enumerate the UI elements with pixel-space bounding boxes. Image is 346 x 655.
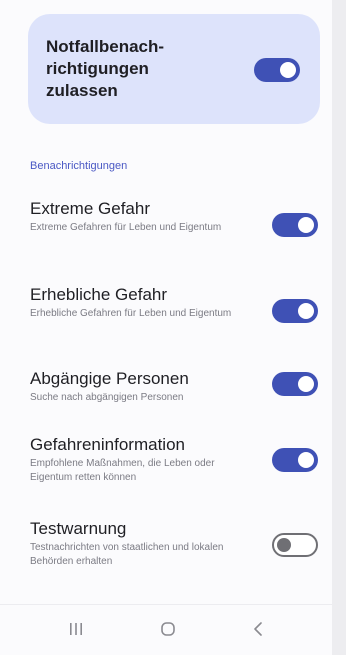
master-toggle-card[interactable]: Notfallbenach- richtigungen zulassen <box>28 14 320 124</box>
toggle-knob <box>298 303 314 319</box>
toggle-knob <box>280 62 296 78</box>
section-label-notifications: Benachrichtigungen <box>30 160 128 172</box>
alert-row-subtitle: Suche nach abgängigen Personen <box>30 392 184 403</box>
master-toggle-switch[interactable] <box>254 58 300 82</box>
alert-row-subtitle: Testnachrichten von staatlichen und loka… <box>30 542 224 567</box>
back-icon[interactable] <box>238 615 278 643</box>
home-icon[interactable] <box>148 615 188 643</box>
toggle-knob <box>277 538 291 552</box>
toggle-knob <box>298 452 314 468</box>
severe-danger-toggle[interactable] <box>272 299 318 323</box>
master-toggle-title: Notfallbenach- richtigungen zulassen <box>46 37 165 100</box>
toggle-knob <box>298 376 314 392</box>
alert-row-subtitle: Extreme Gefahren für Leben und Eigentum <box>30 222 222 233</box>
alert-row-subtitle: Erhebliche Gefahren für Leben und Eigent… <box>30 308 232 319</box>
emergency-alerts-screen: Notfallbenach- richtigungen zulassen Ben… <box>0 0 346 655</box>
test-warning-toggle[interactable] <box>272 533 318 557</box>
alert-row-subtitle: Empfohlene Maßnahmen, die Leben oder Eig… <box>30 458 215 483</box>
danger-info-toggle[interactable] <box>272 448 318 472</box>
system-navigation-bar <box>0 604 332 655</box>
extreme-danger-toggle[interactable] <box>272 213 318 237</box>
screen-edge <box>332 0 346 655</box>
toggle-knob <box>298 217 314 233</box>
missing-persons-toggle[interactable] <box>272 372 318 396</box>
recent-apps-icon[interactable] <box>56 615 96 643</box>
